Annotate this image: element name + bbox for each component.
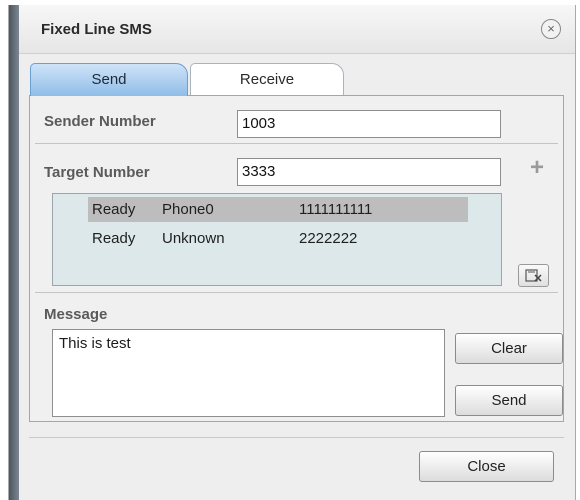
message-textarea[interactable]: This is test xyxy=(52,329,445,417)
tab-send[interactable]: Send xyxy=(30,63,188,96)
target-status: Ready xyxy=(92,201,136,218)
title-bar[interactable]: Fixed Line SMS × xyxy=(19,5,575,54)
target-name: Unknown xyxy=(162,230,225,247)
divider xyxy=(35,143,558,144)
message-label: Message xyxy=(44,306,108,323)
fixed-line-sms-dialog: Fixed Line SMS × Send Receive Sender Num… xyxy=(8,5,576,500)
target-number-input[interactable]: 3333 xyxy=(237,158,501,186)
delete-icon xyxy=(525,269,542,282)
target-row[interactable]: Ready Unknown 2222222 xyxy=(88,226,468,251)
target-number: 2222222 xyxy=(299,230,358,247)
target-row[interactable]: Ready Phone0 1111111111 xyxy=(88,197,468,222)
target-name: Phone0 xyxy=(162,201,214,218)
divider xyxy=(35,292,558,293)
add-target-icon[interactable]: + xyxy=(527,156,547,180)
target-number-label: Target Number xyxy=(44,164,150,181)
sender-number-label: Sender Number xyxy=(44,113,156,130)
clear-button[interactable]: Clear xyxy=(455,333,563,364)
tab-receive[interactable]: Receive xyxy=(190,63,344,96)
send-panel: Sender Number 1003 Target Number 3333 + … xyxy=(29,95,564,422)
target-status: Ready xyxy=(92,230,136,247)
send-button[interactable]: Send xyxy=(455,385,563,416)
target-list[interactable]: Ready Phone0 1111111111 Ready Unknown 22… xyxy=(52,193,502,286)
delete-target-button[interactable] xyxy=(518,264,549,287)
window-edge xyxy=(9,5,19,500)
window-title: Fixed Line SMS xyxy=(41,21,152,38)
close-icon[interactable]: × xyxy=(541,19,561,39)
close-button[interactable]: Close xyxy=(419,451,554,482)
divider xyxy=(29,437,564,438)
sender-number-input[interactable]: 1003 xyxy=(237,110,501,138)
target-number: 1111111111 xyxy=(299,201,373,218)
